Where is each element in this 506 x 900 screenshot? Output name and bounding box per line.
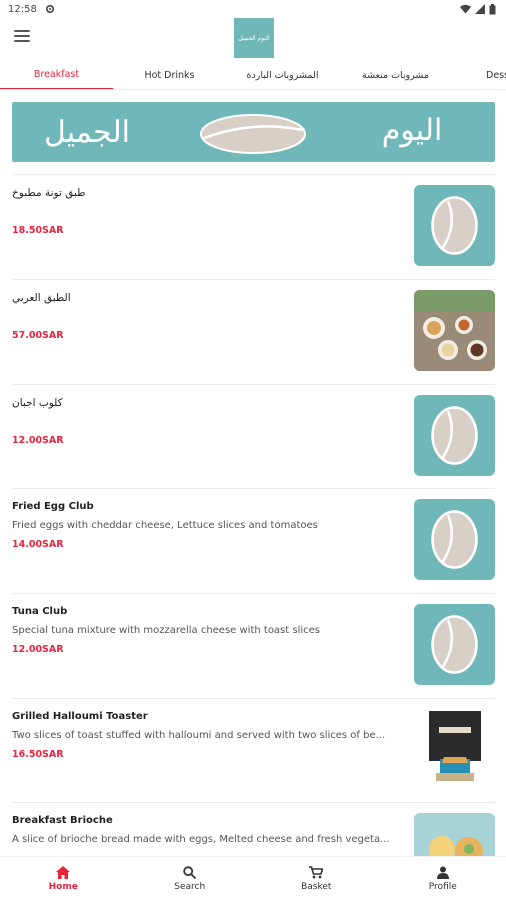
bean-logo-icon xyxy=(431,406,478,465)
nav-home-label: Home xyxy=(48,881,78,892)
item-price: 57.00SAR xyxy=(12,330,64,341)
app-bar: اليوم الجميل xyxy=(0,18,506,60)
item-price: 12.00SAR xyxy=(12,435,64,446)
item-description: Fried eggs with cheddar cheese, Lettuce … xyxy=(12,520,318,531)
item-title: Grilled Halloumi Toaster xyxy=(12,711,148,722)
nav-search-label: Search xyxy=(174,881,206,892)
nav-basket[interactable]: Basket xyxy=(253,857,380,900)
status-bar: 12:58 xyxy=(0,0,506,18)
item-title: كلوب اجبان xyxy=(12,397,63,409)
menu-list: الجميل اليوم طبق تونة مطبوخ 18.50SAR الط… xyxy=(0,90,506,856)
bottom-navigation: Home Search Basket Profile xyxy=(0,856,506,900)
tab-hot-drinks[interactable]: Hot Drinks xyxy=(113,60,226,89)
item-title: طبق تونة مطبوخ xyxy=(12,187,86,199)
person-icon xyxy=(436,866,449,879)
item-title: الطبق العربي xyxy=(12,292,71,304)
item-price: 14.00SAR xyxy=(12,539,64,550)
home-icon xyxy=(56,865,71,879)
search-icon xyxy=(183,865,197,879)
item-description: Two slices of toast stuffed with halloum… xyxy=(12,730,386,741)
item-price: 18.50SAR xyxy=(12,225,64,236)
bean-logo-icon xyxy=(431,510,478,569)
tab-desserts[interactable]: Desserts xyxy=(472,60,506,89)
item-title: Breakfast Brioche xyxy=(12,815,113,826)
promo-banner: الجميل اليوم xyxy=(12,102,495,162)
bean-logo-icon xyxy=(431,196,478,255)
item-price: 16.50SAR xyxy=(12,749,64,760)
battery-icon xyxy=(489,3,496,14)
cart-icon xyxy=(309,865,324,878)
menu-icon[interactable] xyxy=(14,30,30,44)
tab-refreshing-drinks[interactable]: مشروبات منعشة xyxy=(339,60,452,89)
item-title: Fried Egg Club xyxy=(12,501,94,512)
settings-gear-icon xyxy=(45,4,54,14)
item-image xyxy=(414,395,495,476)
nav-profile[interactable]: Profile xyxy=(380,857,506,900)
item-image xyxy=(414,709,495,790)
menu-item[interactable]: الطبق العربي 57.00SAR xyxy=(12,279,495,383)
menu-item[interactable]: Tuna Club Special tuna mixture with mozz… xyxy=(12,593,495,697)
category-tabs: Breakfast Hot Drinks المشروبات الباردة م… xyxy=(0,60,506,90)
wifi-icon xyxy=(460,4,471,14)
item-image xyxy=(414,290,495,371)
halloumi-toaster-photo xyxy=(414,709,495,790)
item-image xyxy=(414,813,495,856)
item-image xyxy=(414,499,495,580)
arabic-plate-photo xyxy=(414,290,495,371)
logo-text: اليوم الجميل xyxy=(238,34,270,42)
nav-profile-label: Profile xyxy=(428,881,457,892)
bean-logo-icon xyxy=(200,114,306,154)
menu-item[interactable]: كلوب اجبان 12.00SAR xyxy=(12,384,495,488)
brand-logo: اليوم الجميل xyxy=(234,18,274,58)
item-title: Tuna Club xyxy=(12,606,68,617)
banner-text-right: اليوم xyxy=(382,113,443,148)
nav-search[interactable]: Search xyxy=(127,857,254,900)
item-image xyxy=(414,185,495,266)
brioche-photo xyxy=(414,813,495,856)
menu-item[interactable]: Grilled Halloumi Toaster Two slices of t… xyxy=(12,698,495,802)
menu-item[interactable]: Breakfast Brioche A slice of brioche bre… xyxy=(12,802,495,856)
item-price: 12.00SAR xyxy=(12,644,64,655)
signal-icon xyxy=(475,4,485,14)
nav-basket-label: Basket xyxy=(301,881,332,892)
banner-text-left: الجميل xyxy=(44,115,130,150)
item-description: A slice of brioche bread made with eggs,… xyxy=(12,834,390,845)
menu-item[interactable]: Fried Egg Club Fried eggs with cheddar c… xyxy=(12,488,495,592)
bean-logo-icon xyxy=(431,615,478,674)
tab-cold-drinks[interactable]: المشروبات الباردة xyxy=(226,60,339,89)
nav-home[interactable]: Home xyxy=(0,857,127,900)
tab-breakfast[interactable]: Breakfast xyxy=(0,60,113,89)
status-time: 12:58 xyxy=(8,3,37,15)
menu-item[interactable]: طبق تونة مطبوخ 18.50SAR xyxy=(12,174,495,278)
item-description: Special tuna mixture with mozzarella che… xyxy=(12,625,320,636)
item-image xyxy=(414,604,495,685)
